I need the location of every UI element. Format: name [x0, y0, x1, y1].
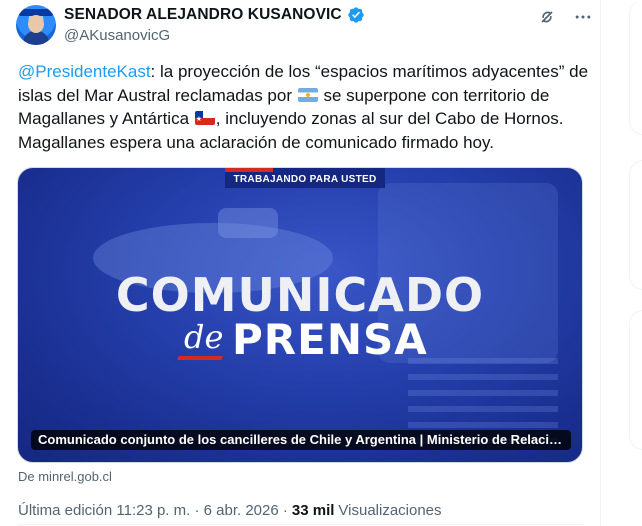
rail-card-3 [629, 310, 642, 450]
card-headline-underline [177, 356, 223, 360]
mention-link[interactable]: @PresidenteKast [18, 62, 151, 81]
author-name-row: SENADOR ALEJANDRO KUSANOVIC [64, 6, 365, 24]
rail-card-2 [629, 160, 642, 290]
card-headline-de: de [184, 318, 224, 356]
card-bg-mic [218, 208, 278, 238]
link-card[interactable]: TRABAJANDO PARA USTED COMUNICADO de PREN… [17, 167, 583, 463]
card-headline-1: COMUNICADO [115, 268, 485, 322]
avatar[interactable] [16, 5, 56, 45]
card-banner-text: TRABAJANDO PARA USTED [233, 174, 377, 185]
author-handle[interactable]: @AKusanovicG [64, 27, 170, 44]
verified-badge-icon[interactable] [347, 6, 365, 24]
card-banner-accent [225, 168, 273, 172]
divider [18, 524, 583, 525]
tweet-text: @PresidenteKast: la proyección de los “e… [18, 60, 590, 154]
card-headline-2: PRENSA [232, 315, 428, 364]
tweet-actions-top [536, 6, 594, 28]
views-count: 33 mil [291, 502, 335, 519]
views-label: Visualizaciones [338, 502, 442, 519]
grok-icon[interactable] [536, 6, 558, 28]
rail-card-1 [629, 0, 642, 135]
card-caption[interactable]: Comunicado conjunto de los cancilleres d… [31, 430, 571, 450]
chile-flag-icon [194, 111, 215, 125]
card-source[interactable]: De minrel.gob.cl [18, 469, 112, 484]
tweet: SENADOR ALEJANDRO KUSANOVIC @AKusanovicG… [0, 0, 600, 526]
more-icon[interactable] [572, 6, 594, 28]
argentina-flag-icon [297, 87, 318, 102]
author-name[interactable]: SENADOR ALEJANDRO KUSANOVIC [64, 6, 342, 24]
tweet-meta: Última edición 11:23 p. m. · 6 abr. 2026… [18, 502, 442, 519]
card-banner: TRABAJANDO PARA USTED [225, 168, 385, 188]
tweet-timestamp[interactable]: Última edición 11:23 p. m. · 6 abr. 2026… [18, 502, 288, 519]
